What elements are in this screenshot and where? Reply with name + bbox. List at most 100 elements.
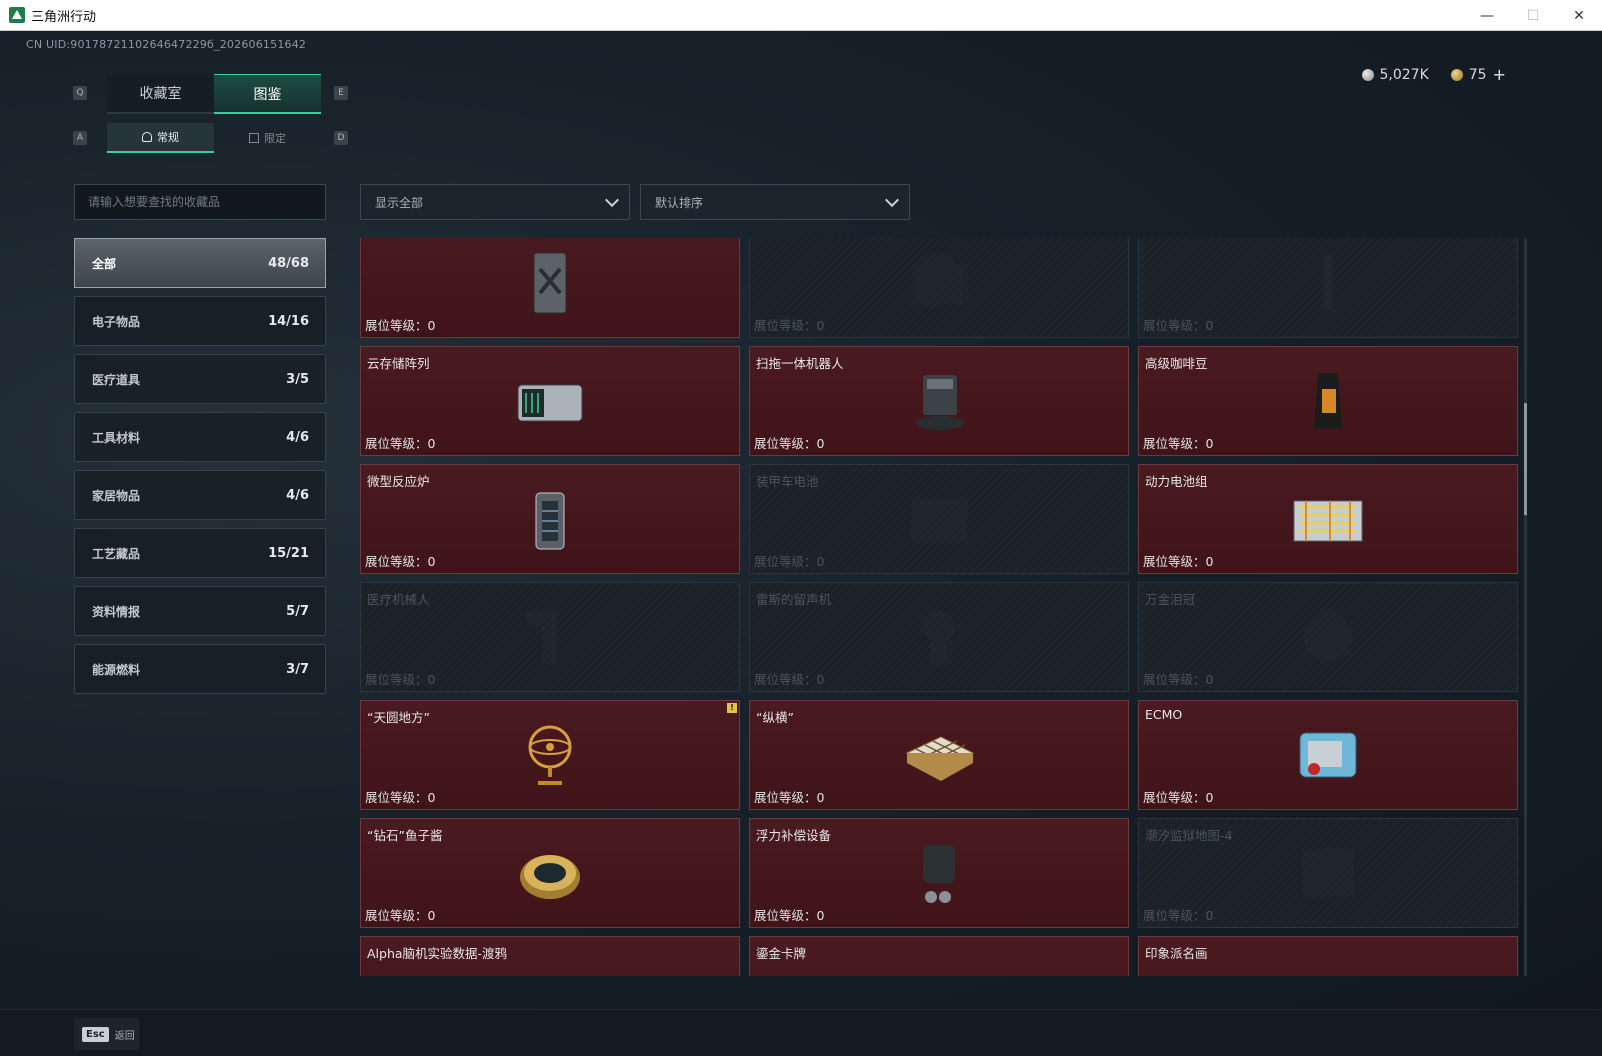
booth-level-label: 展位等级： <box>754 554 817 569</box>
booth-level-value: 0 <box>427 554 436 569</box>
category-count: 48/68 <box>268 255 309 271</box>
booth-level: 展位等级：0 <box>365 551 435 570</box>
item-name: ECMO <box>1145 707 1183 722</box>
booth-level-label: 展位等级： <box>1143 436 1206 451</box>
collection-card[interactable]: Alpha脑机实验数据-渡鸦展位等级：0 <box>360 936 740 976</box>
subtab-regular[interactable]: 常规 <box>107 123 214 153</box>
collection-card[interactable]: 医疗机械人 展位等级：0 <box>360 582 740 692</box>
filter-dropdown[interactable]: 显示全部 <box>360 184 630 220</box>
collection-card[interactable]: 万金泪冠展位等级：0 <box>1138 582 1518 692</box>
category-tools[interactable]: 工具材料 4/6 <box>74 412 326 462</box>
tab-catalog[interactable]: 图鉴 <box>214 74 321 114</box>
collection-card[interactable]: 鎏金卡牌展位等级：0 <box>749 936 1129 976</box>
collection-card[interactable]: 雷斯的留声机 展位等级：0 <box>749 582 1129 692</box>
chevron-down-icon <box>604 192 620 207</box>
person-icon <box>142 132 152 142</box>
booth-level: 展位等级：0 <box>754 669 824 688</box>
sub-tabs: 常规 限定 <box>107 123 321 153</box>
back-button[interactable]: Esc 返回 <box>74 1018 139 1050</box>
close-button[interactable]: ✕ <box>1556 0 1602 31</box>
booth-level-label: 展位等级： <box>365 908 428 923</box>
category-crafts[interactable]: 工艺藏品 15/21 <box>74 528 326 578</box>
collection-card[interactable]: 装甲车电池 展位等级：0 <box>749 464 1129 574</box>
collection-card[interactable]: 云存储阵列 展位等级：0 <box>360 346 740 456</box>
add-currency-button[interactable]: + <box>1493 65 1506 84</box>
collection-card[interactable]: 展位等级：0 <box>1138 238 1518 338</box>
booth-level-value: 0 <box>816 554 825 569</box>
booth-level-label: 展位等级： <box>754 908 817 923</box>
painting-icon <box>1290 955 1366 976</box>
booth-level-label: 展位等级： <box>365 672 428 687</box>
booth-level-value: 0 <box>816 318 825 333</box>
booth-level: 展位等级：0 <box>365 787 435 806</box>
collection-card[interactable]: 微型反应炉 展位等级：0 <box>360 464 740 574</box>
currency-bar: 5,027K 75 + <box>1361 65 1506 84</box>
booth-level-label: 展位等级： <box>1143 672 1206 687</box>
booth-level-value: 0 <box>427 436 436 451</box>
footer-bar: Esc 返回 <box>0 1009 1602 1056</box>
booth-level-value: 0 <box>427 908 436 923</box>
booth-level-label: 展位等级： <box>365 554 428 569</box>
category-count: 4/6 <box>286 429 309 445</box>
gold-coin-icon <box>1450 68 1463 81</box>
collection-card[interactable]: 扫拖一体机器人 展位等级：0 <box>749 346 1129 456</box>
silver-amount: 5,027K <box>1379 66 1429 83</box>
tab-collection-room[interactable]: 收藏室 <box>107 74 214 114</box>
grid-scrollbar[interactable] <box>1524 238 1527 976</box>
collection-card[interactable]: 印象派名画展位等级：0 <box>1138 936 1518 976</box>
window-title: 三角洲行动 <box>31 9 97 25</box>
booth-level-label: 展位等级： <box>365 318 428 333</box>
booth-level-value: 0 <box>1205 908 1214 923</box>
search-input[interactable] <box>74 184 326 220</box>
category-count: 3/7 <box>286 661 309 677</box>
category-energy[interactable]: 能源燃料 3/7 <box>74 644 326 694</box>
item-name: Alpha脑机实验数据-渡鸦 <box>367 946 508 961</box>
item-name: “钻石”鱼子酱 <box>367 828 443 843</box>
category-label: 家居物品 <box>92 488 141 503</box>
collection-card[interactable]: “纵横” 展位等级：0 <box>749 700 1129 810</box>
collection-card[interactable]: 展位等级：0 <box>360 238 740 338</box>
category-electronics[interactable]: 电子物品 14/16 <box>74 296 326 346</box>
booth-level-label: 展位等级： <box>754 790 817 805</box>
gramophone-icon <box>923 611 955 665</box>
booth-level-value: 0 <box>1205 672 1214 687</box>
minimize-button[interactable]: — <box>1464 0 1510 31</box>
booth-level-label: 展位等级： <box>1143 554 1206 569</box>
collection-card[interactable]: 浮力补偿设备展位等级：0 <box>749 818 1129 928</box>
subtab-limited[interactable]: 限定 <box>214 123 321 153</box>
booth-level: 展位等级：0 <box>1143 315 1213 334</box>
collection-card[interactable]: “钻石”鱼子酱 展位等级：0 <box>360 818 740 928</box>
booth-level-label: 展位等级： <box>365 790 428 805</box>
booth-level: 展位等级：0 <box>1143 787 1213 806</box>
item-name: 动力电池组 <box>1145 474 1208 489</box>
collection-card[interactable]: ECMO 展位等级：0 <box>1138 700 1518 810</box>
category-intel[interactable]: 资料情报 5/7 <box>74 586 326 636</box>
item-name: 万金泪冠 <box>1145 592 1196 607</box>
collection-card[interactable]: 高级咖啡豆 展位等级：0 <box>1138 346 1518 456</box>
booth-level-label: 展位等级： <box>365 436 428 451</box>
category-label: 全部 <box>92 256 117 271</box>
key-hint-a: A <box>73 131 87 145</box>
category-medical[interactable]: 医疗道具 3/5 <box>74 354 326 404</box>
armillary-sphere-icon <box>528 725 572 785</box>
scrollbar-thumb[interactable] <box>1524 403 1527 515</box>
category-label: 能源燃料 <box>92 662 141 677</box>
map-icon <box>1302 849 1354 897</box>
item-name: 浮力补偿设备 <box>756 828 832 843</box>
category-label: 医疗道具 <box>92 372 141 387</box>
sort-dropdown[interactable]: 默认排序 <box>640 184 910 220</box>
booth-level: 展位等级：0 <box>754 905 824 924</box>
maximize-button[interactable]: ☐ <box>1510 0 1556 31</box>
crown-icon <box>1304 613 1352 661</box>
category-all[interactable]: 全部 48/68 <box>74 238 326 288</box>
category-household[interactable]: 家居物品 4/6 <box>74 470 326 520</box>
collection-card[interactable]: 潮汐监狱地图-4 展位等级：0 <box>1138 818 1518 928</box>
collection-card[interactable]: 动力电池组 展位等级：0 <box>1138 464 1518 574</box>
category-count: 3/5 <box>286 371 309 387</box>
main-tabs: 收藏室 图鉴 <box>107 74 321 114</box>
booth-level: 展位等级：0 <box>365 669 435 688</box>
collection-card[interactable]: “天圆地方” 展位等级：0! <box>360 700 740 810</box>
caviar-tin-icon <box>520 855 580 899</box>
battery-pack-icon <box>1293 500 1363 542</box>
collection-card[interactable]: 展位等级：0 <box>749 238 1129 338</box>
